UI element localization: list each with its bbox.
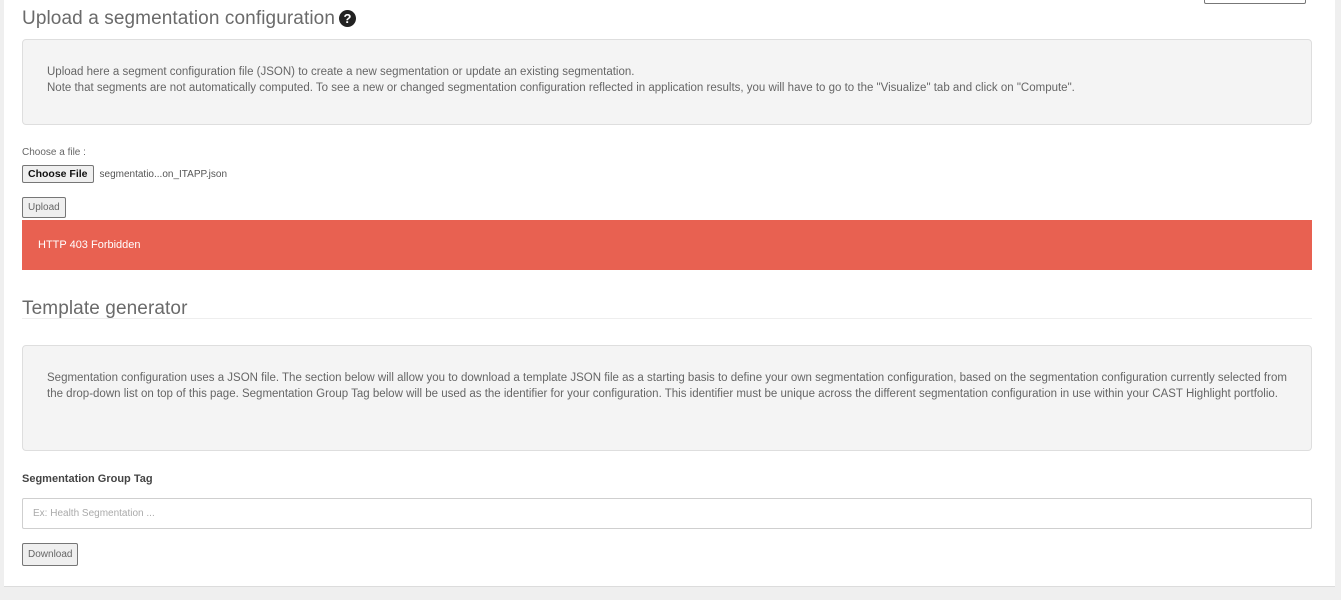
upload-title-text: Upload a segmentation configuration <box>22 8 335 29</box>
file-input-row: Choose File segmentatio...on_ITAPP.json <box>22 165 227 183</box>
title-divider <box>22 318 1312 319</box>
upload-button[interactable]: Upload <box>22 197 66 218</box>
template-section-title: Template generator <box>22 298 188 319</box>
selected-file-name: segmentatio...on_ITAPP.json <box>99 168 228 180</box>
error-alert: HTTP 403 Forbidden <box>22 220 1312 270</box>
download-button[interactable]: Download <box>22 543 79 566</box>
segmentation-group-tag-input[interactable] <box>22 498 1312 529</box>
upload-info-line2: Note that segments are not automatically… <box>47 82 1075 94</box>
top-right-button[interactable] <box>1204 0 1306 4</box>
question-circle-icon[interactable]: ? <box>338 10 356 27</box>
main-panel: Upload a segmentation configuration? Upl… <box>4 0 1335 587</box>
upload-info-box: Upload here a segment configuration file… <box>22 39 1312 125</box>
segmentation-group-tag-label: Segmentation Group Tag <box>22 473 153 485</box>
choose-file-label: Choose a file : <box>22 147 86 158</box>
upload-info-line1: Upload here a segment configuration file… <box>47 66 635 78</box>
upload-section-title: Upload a segmentation configuration? <box>22 8 356 30</box>
choose-file-button[interactable]: Choose File <box>22 165 94 183</box>
template-info-box: Segmentation configuration uses a JSON f… <box>22 345 1312 451</box>
